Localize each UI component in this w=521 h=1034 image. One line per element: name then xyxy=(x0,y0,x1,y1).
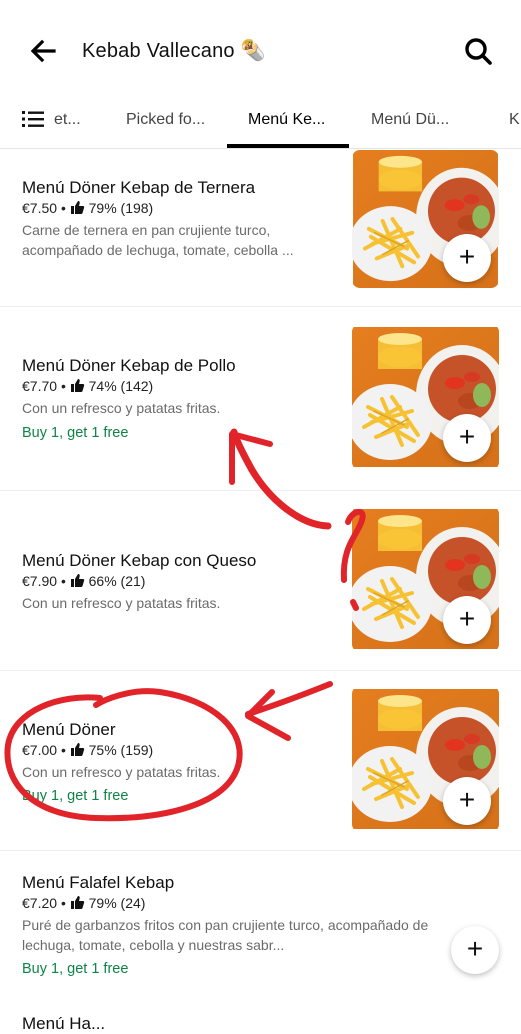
menu-item-doner[interactable]: Menú Döner €7.00 • 75% (159) Con un refr… xyxy=(0,680,521,836)
thumbs-up-icon xyxy=(70,201,84,214)
item-rating: 66% (21) xyxy=(88,573,146,589)
divider xyxy=(0,490,521,491)
partial-item-name: Menú Ha... xyxy=(22,1014,106,1033)
item-price: €7.00 xyxy=(22,742,58,758)
active-tab-indicator xyxy=(227,144,349,148)
item-rating: 75% (159) xyxy=(88,742,154,758)
item-name: Menú Döner Kebap de Ternera xyxy=(22,178,256,197)
item-meta: €7.20 • 79% (24) xyxy=(22,895,145,911)
item-name: Menú Döner xyxy=(22,720,116,739)
meta-separator: • xyxy=(60,573,66,589)
category-tabs: et... Picked fo... Menú Ke... Menú Dü...… xyxy=(0,100,521,149)
tab-picked-for-you[interactable]: Picked fo... xyxy=(126,100,205,146)
item-rating: 79% (24) xyxy=(88,895,146,911)
tab-menu-durum[interactable]: Menú Dü... xyxy=(371,100,449,146)
menu-item-pollo[interactable]: Menú Döner Kebap de Pollo €7.70 • 74% (1… xyxy=(0,322,521,472)
promo-label: Buy 1, get 1 free xyxy=(22,425,129,441)
tab-next[interactable]: K xyxy=(509,100,520,146)
meta-separator: • xyxy=(60,895,66,911)
promo-label: Buy 1, get 1 free xyxy=(22,961,129,977)
item-meta: €7.50 • 79% (198) xyxy=(22,200,153,216)
add-to-cart-button[interactable]: + xyxy=(443,777,491,825)
add-to-cart-button[interactable]: + xyxy=(443,414,491,462)
item-meta: €7.00 • 75% (159) xyxy=(22,742,153,758)
item-description: Con un refresco y patatas fritas. xyxy=(22,400,221,416)
divider xyxy=(0,306,521,307)
thumbs-up-icon xyxy=(70,379,84,392)
thumbs-up-icon xyxy=(70,743,84,756)
promo-label: Buy 1, get 1 free xyxy=(22,788,129,804)
item-name: Menú Döner Kebap de Pollo xyxy=(22,356,236,375)
item-description: Carne de ternera en pan crujiente turco,… xyxy=(22,222,294,258)
tab-menu-kebap[interactable]: Menú Ke... xyxy=(248,100,325,146)
item-name: Menú Falafel Kebap xyxy=(22,873,175,892)
menu-list-icon[interactable] xyxy=(22,110,44,128)
item-meta: €7.90 • 66% (21) xyxy=(22,573,145,589)
meta-separator: • xyxy=(60,378,66,394)
add-to-cart-button[interactable]: + xyxy=(443,596,491,644)
add-to-cart-button[interactable]: + xyxy=(451,926,499,974)
search-icon[interactable] xyxy=(463,36,493,66)
tab-first[interactable]: et... xyxy=(54,100,81,146)
menu-item-queso[interactable]: Menú Döner Kebap con Queso €7.90 • 66% (… xyxy=(0,500,521,656)
item-rating: 79% (198) xyxy=(88,200,154,216)
back-arrow-icon[interactable] xyxy=(26,34,60,68)
item-description: Con un refresco y patatas fritas. xyxy=(22,595,221,611)
thumbs-up-icon xyxy=(70,896,84,909)
item-name: Menú Döner Kebap con Queso xyxy=(22,551,257,570)
page-title: Kebab Vallecano 🌯 xyxy=(82,40,266,62)
divider xyxy=(0,670,521,671)
divider xyxy=(0,850,521,851)
item-price: €7.90 xyxy=(22,573,58,589)
meta-separator: • xyxy=(60,200,66,216)
app-header: Kebab Vallecano 🌯 xyxy=(0,0,521,100)
item-rating: 74% (142) xyxy=(88,378,154,394)
item-description: Puré de garbanzos fritos con pan crujien… xyxy=(22,917,429,953)
thumbs-up-icon xyxy=(70,574,84,587)
meta-separator: • xyxy=(60,742,66,758)
item-meta: €7.70 • 74% (142) xyxy=(22,378,153,394)
item-price: €7.50 xyxy=(22,200,58,216)
menu-item-falafel[interactable]: Menú Falafel Kebap €7.20 • 79% (24) Puré… xyxy=(0,860,521,1010)
item-description: Con un refresco y patatas fritas. xyxy=(22,764,221,780)
item-price: €7.20 xyxy=(22,895,58,911)
item-price: €7.70 xyxy=(22,378,58,394)
add-to-cart-button[interactable]: + xyxy=(443,234,491,282)
menu-item-ternera[interactable]: Menú Döner Kebap de Ternera €7.50 • 79% … xyxy=(0,150,521,300)
